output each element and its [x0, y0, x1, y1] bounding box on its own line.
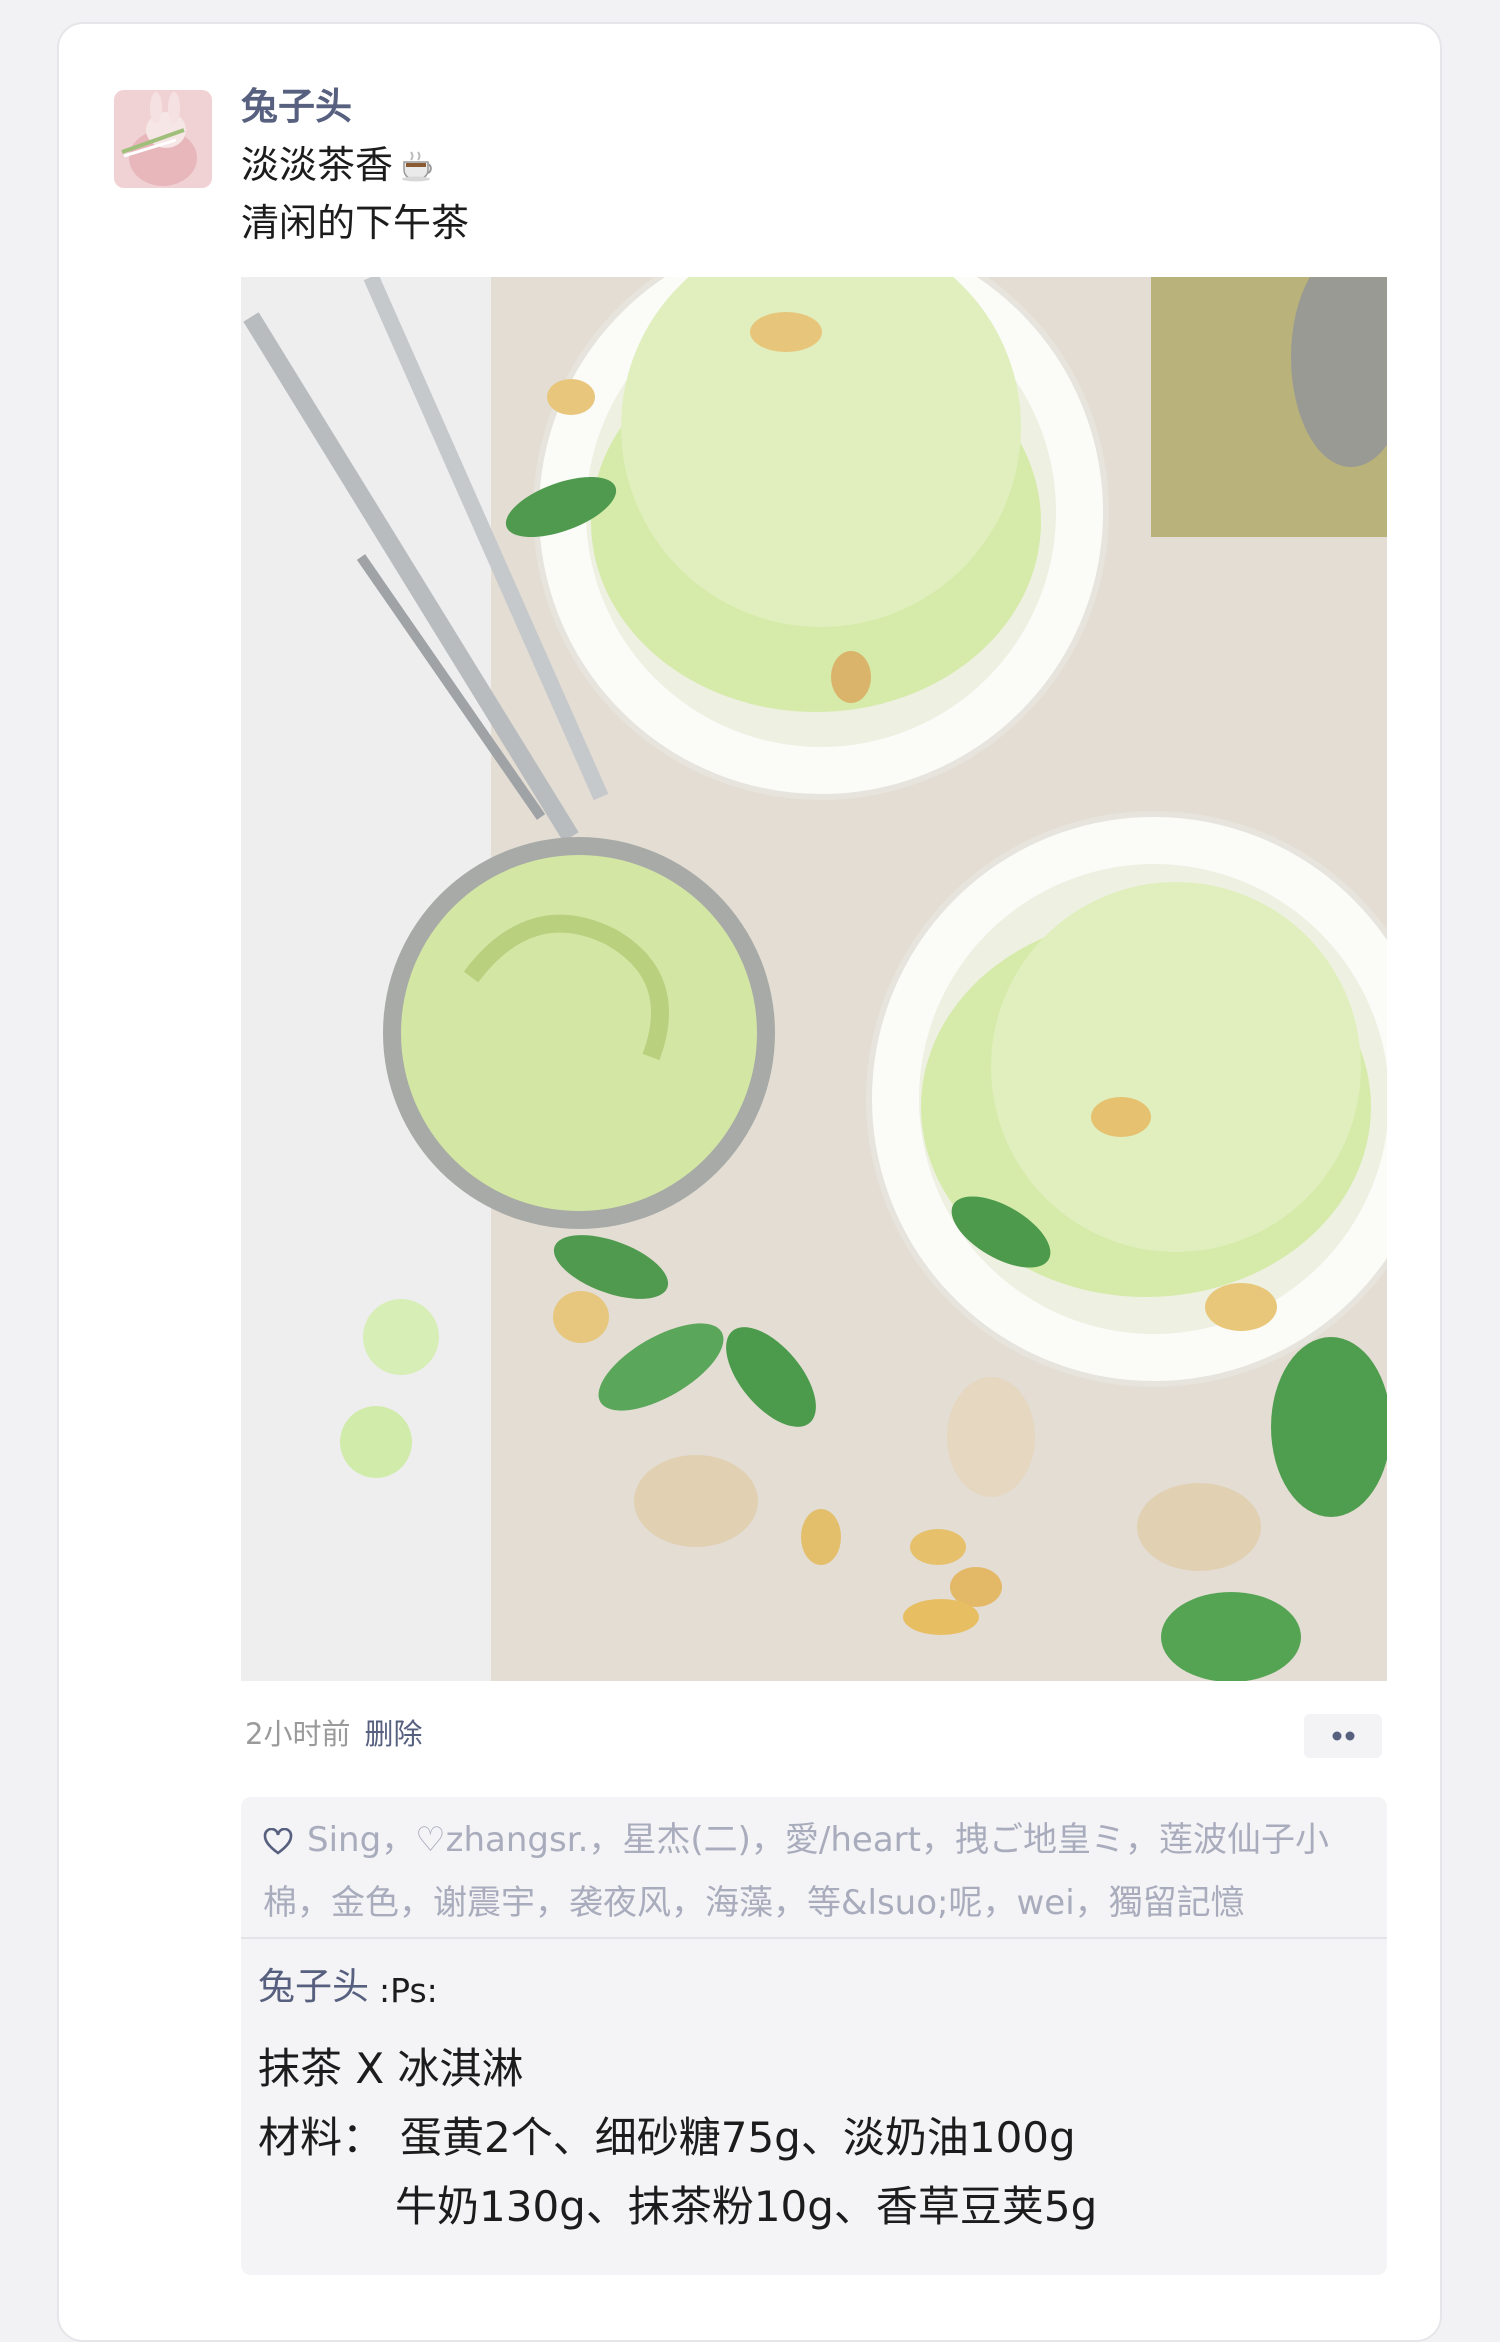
post-text-line-1: 淡淡茶香 [241, 138, 437, 196]
delete-link[interactable]: 删除 [364, 1717, 422, 1751]
hot-beverage-icon [401, 142, 437, 196]
ingredients-text: 蛋黄2个、细砂糖75g、淡奶油100g [400, 2113, 1076, 2162]
post-time: 2小时前 [245, 1717, 351, 1751]
comment-line-1: 抹茶 X 冰淇淋 [258, 2044, 524, 2093]
comment-ps: :Ps: [379, 1971, 438, 2010]
post-photo[interactable] [241, 277, 1387, 1681]
avatar[interactable] [114, 90, 212, 188]
post-author-name[interactable]: 兔子头 [241, 82, 352, 132]
post-text-line-2: 清闲的下午茶 [241, 201, 470, 245]
more-dots-icon[interactable] [1304, 1714, 1382, 1758]
likes-names: Sing，♡zhangsr.，星杰(二)，愛/heart，拽ご地皇ミ，莲波仙子小… [263, 1820, 1329, 1923]
comment-line-2: 材料： 蛋黄2个、细砂糖75g、淡奶油100g [258, 2108, 1076, 2168]
divider [241, 1937, 1387, 1939]
post-meta: 2小时前 删除 [245, 1714, 422, 1754]
likes-list[interactable]: Sing，♡zhangsr.，星杰(二)，愛/heart，拽ご地皇ミ，莲波仙子小… [263, 1811, 1363, 1932]
likes-comments-panel: Sing，♡zhangsr.，星杰(二)，愛/heart，拽ご地皇ミ，莲波仙子小… [241, 1797, 1387, 2275]
comment-author[interactable]: 兔子头 [258, 1961, 369, 2013]
heart-outline-icon [263, 1816, 293, 1874]
post-text: 淡淡茶香 [241, 143, 394, 187]
ingredients-label: 材料： [258, 2113, 385, 2162]
comment-line-3: 牛奶130g、抹茶粉10g、香草豆荚5g [395, 2182, 1098, 2231]
